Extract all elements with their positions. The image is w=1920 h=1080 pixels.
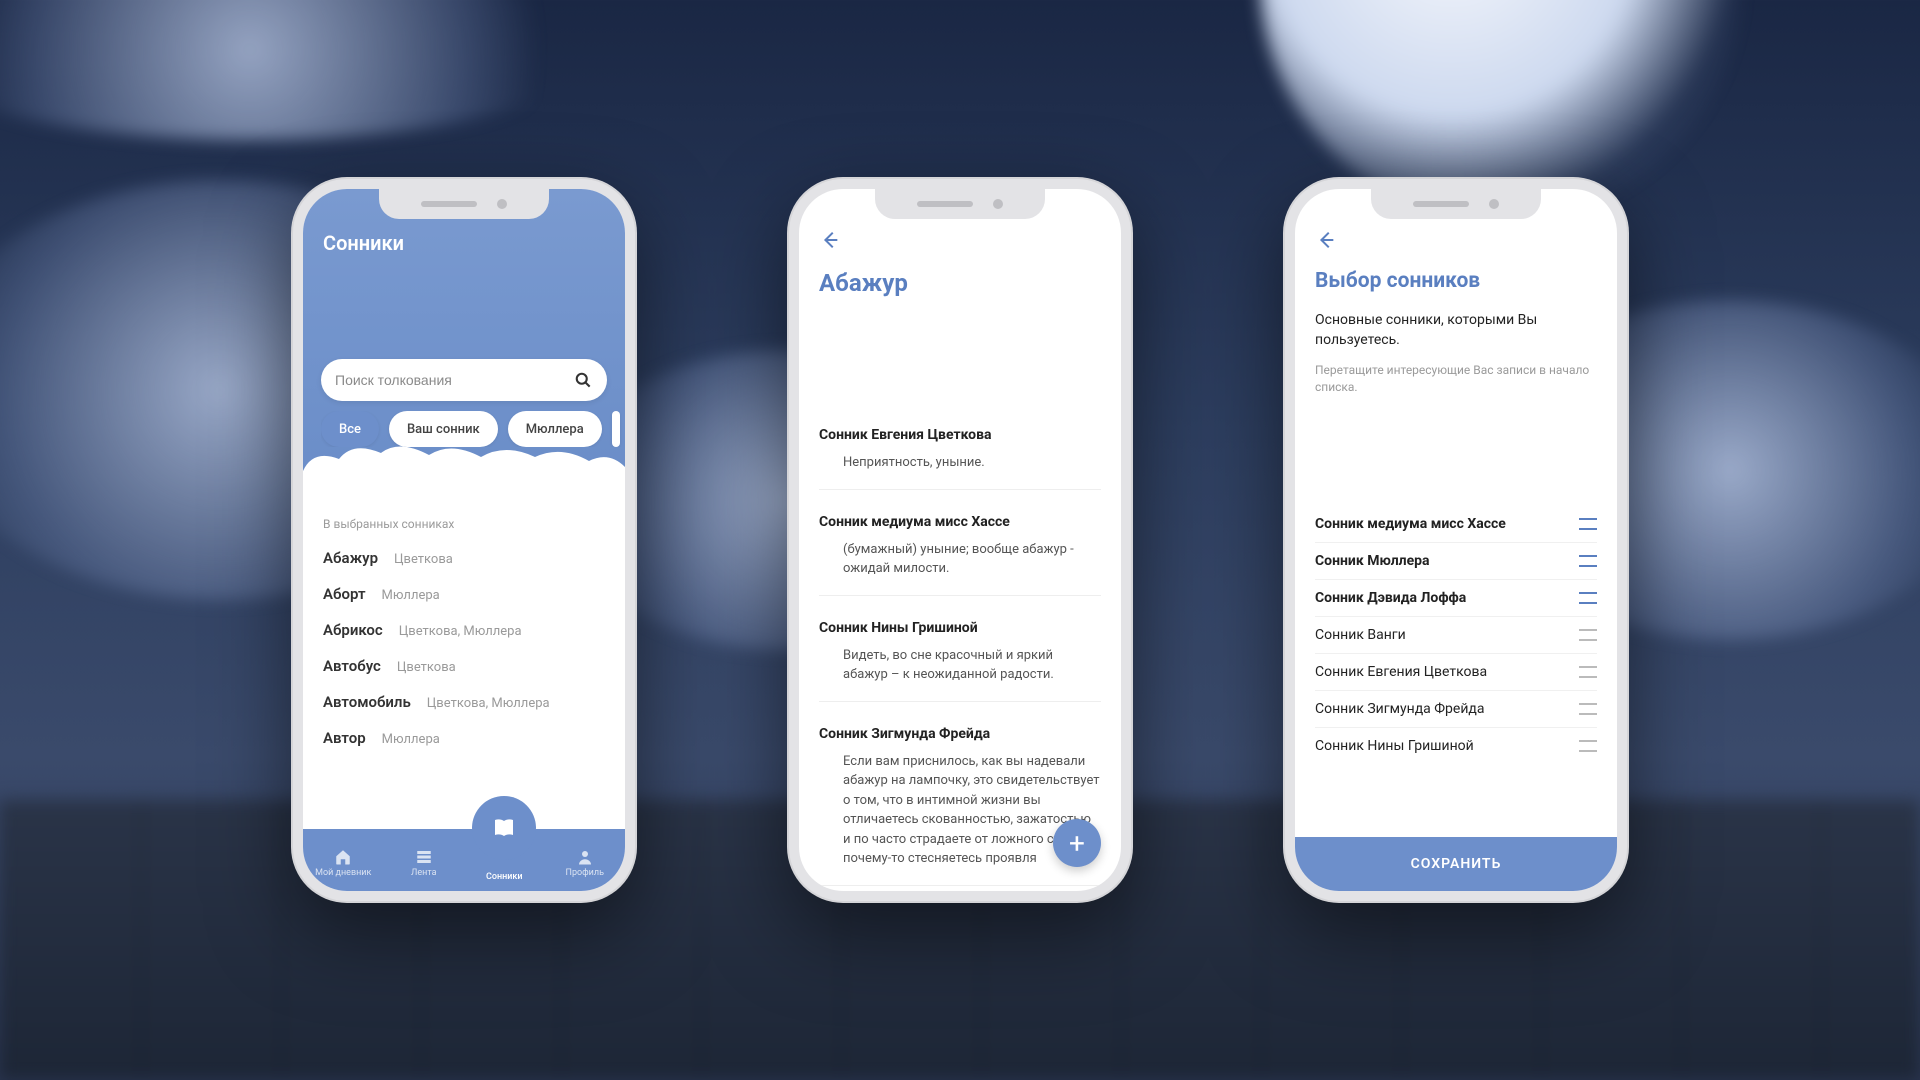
item-label: Сонник Дэвида Лоффа [1315,590,1466,606]
drag-handle-icon[interactable] [1579,518,1597,530]
item-label: Сонник Евгения Цветкова [1315,664,1487,680]
back-button[interactable] [819,229,1101,255]
word-label: Абрикос [323,621,383,639]
word-meta: Цветкова [394,552,453,567]
subtitle: Основные сонники, которыми Вы пользуетес… [1315,311,1597,350]
phone-mockup-dreambooks: Сонники Все Ваш сонник Мюллера [291,177,637,903]
source-label: Сонник Нины Гришиной [819,620,1101,636]
page-title: Выбор сонников [1315,269,1597,293]
drag-handle-icon[interactable] [1579,555,1597,567]
interpretation-text: Видеть, во сне красочный и яркий абажур … [819,646,1101,685]
word-meta: Мюллера [382,588,440,603]
drag-handle-icon[interactable] [1579,666,1597,678]
source-label: Сонник медиума мисс Хассе [819,514,1101,530]
interpretation-item: Сонник Нины Гришиной Видеть, во сне крас… [819,620,1101,702]
search-input[interactable] [321,359,607,401]
word-list-section: В выбранных сонниках Абажур Цветкова Або… [303,489,625,845]
page-title: Сонники [323,231,605,255]
feed-icon [415,848,433,866]
nav-feed[interactable]: Лента [390,848,458,878]
list-item[interactable]: Сонник Мюллера [1315,543,1597,580]
chip-partial[interactable] [612,411,620,447]
word-label: Автобус [323,657,381,675]
plus-icon: + [1069,827,1085,860]
nav-diary[interactable]: Мой дневник [309,848,377,878]
interpretation-item: Сонник Евгения Цветкова Неприятность, ун… [819,427,1101,490]
chip-all[interactable]: Все [321,411,379,447]
bottom-nav: Мой дневник Лента Сонники Профиль [303,829,625,891]
list-item[interactable]: Абажур Цветкова [323,549,605,567]
list-item[interactable]: Автомобиль Цветкова, Мюллера [323,693,605,711]
item-label: Сонник Мюллера [1315,553,1430,569]
list-item[interactable]: Сонник Нины Гришиной [1315,728,1597,764]
nav-dreambooks[interactable]: Сонники [470,844,538,882]
arrow-left-icon [1315,229,1337,251]
word-label: Автомобиль [323,693,411,711]
arrow-left-icon [819,229,841,251]
list-item[interactable]: Сонник Зигмунда Фрейда [1315,691,1597,728]
filter-chips: Все Ваш сонник Мюллера [321,411,625,447]
item-label: Сонник Зигмунда Фрейда [1315,701,1485,717]
profile-icon [576,848,594,866]
save-label: СОХРАНИТЬ [1411,856,1502,872]
chip-your[interactable]: Ваш сонник [389,411,498,447]
chip-mueller[interactable]: Мюллера [508,411,602,447]
word-meta: Цветкова, Мюллера [427,696,550,711]
header: Сонники Все Ваш сонник Мюллера [303,189,625,489]
add-button[interactable]: + [1053,819,1101,867]
list-item[interactable]: Абрикос Цветкова, Мюллера [323,621,605,639]
drag-handle-icon[interactable] [1579,592,1597,604]
back-button[interactable] [1315,229,1597,255]
list-item[interactable]: Сонник Евгения Цветкова [1315,654,1597,691]
word-label: Автор [323,729,366,747]
list-item[interactable]: Сонник медиума мисс Хассе [1315,506,1597,543]
item-label: Сонник медиума мисс Хассе [1315,516,1506,532]
word-label: Абажур [323,549,378,567]
nav-label: Мой дневник [315,868,371,878]
save-button[interactable]: СОХРАНИТЬ [1295,837,1617,891]
word-meta: Цветкова [397,660,456,675]
nav-profile[interactable]: Профиль [551,848,619,878]
list-item[interactable]: Сонник Дэвида Лоффа [1315,580,1597,617]
list-item[interactable]: Автор Мюллера [323,729,605,747]
list-item[interactable]: Аборт Мюллера [323,585,605,603]
section-caption: В выбранных сонниках [323,517,605,531]
phone-mockup-interpretation: Абажур Сонник Евгения Цветкова Неприятно… [787,177,1133,903]
source-label: Сонник Евгения Цветкова [819,427,1101,443]
phone-mockup-selection: Выбор сонников Основные сонники, которым… [1283,177,1629,903]
interpretation-text: (бумажный) уныние; вообще абажур - ожида… [819,540,1101,579]
drag-handle-icon[interactable] [1579,703,1597,715]
source-label: Сонник Зигмунда Фрейда [819,726,1101,742]
nav-label: Профиль [566,868,604,878]
list-item[interactable]: Сонник Ванги [1315,617,1597,654]
item-label: Сонник Нины Гришиной [1315,738,1474,754]
home-icon [334,848,352,866]
nav-label: Лента [411,868,437,878]
search-icon [573,370,593,390]
nav-label: Сонники [486,872,523,882]
cloud-decoration [303,445,625,489]
interpretation-item: Сонник Зигмунда Фрейда Если вам приснило… [819,726,1101,886]
drag-handle-icon[interactable] [1579,740,1597,752]
drag-handle-icon[interactable] [1579,629,1597,641]
word-meta: Цветкова, Мюллера [399,624,522,639]
interpretation-text: Неприятность, уныние. [819,453,1101,473]
hint-text: Перетащите интересующие Вас записи в нач… [1315,362,1597,396]
list-item[interactable]: Автобус Цветкова [323,657,605,675]
interpretation-item: Сонник медиума мисс Хассе (бумажный) уны… [819,514,1101,596]
search-field[interactable] [335,372,573,388]
item-label: Сонник Ванги [1315,627,1406,643]
word-meta: Мюллера [382,732,440,747]
book-icon [492,816,516,840]
page-title: Абажур [819,269,1101,297]
sortable-list: Сонник медиума мисс Хассе Сонник Мюллера… [1315,506,1597,891]
word-label: Аборт [323,585,366,603]
